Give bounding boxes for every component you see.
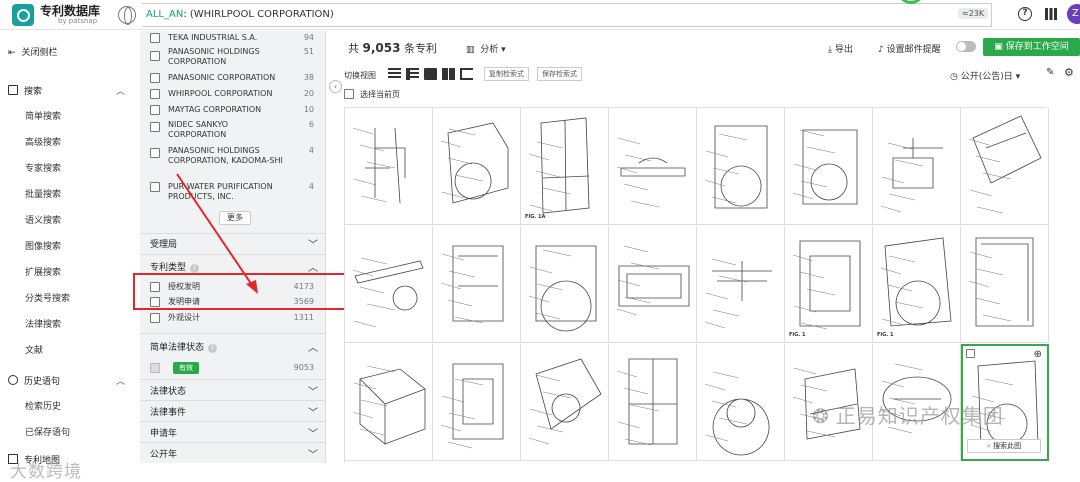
patent-thumbnail[interactable]: FIG. 1 — [785, 226, 873, 343]
patent-drawing — [616, 358, 678, 446]
patent-drawing — [528, 245, 597, 332]
patent-drawing — [880, 237, 952, 327]
patent-drawing — [528, 117, 590, 214]
patent-drawing — [704, 371, 770, 456]
patent-thumbnail[interactable] — [697, 108, 785, 225]
patent-drawing — [704, 258, 772, 329]
grid-view-icon[interactable] — [442, 68, 455, 80]
patent-thumbnail[interactable] — [521, 344, 609, 461]
patent-thumbnail[interactable] — [697, 226, 785, 343]
patent-thumbnail[interactable] — [345, 226, 433, 343]
copy-query-button[interactable]: 复制检索式 — [484, 67, 529, 81]
image-view-icon[interactable] — [424, 68, 437, 80]
watermark-right: ❂ 正易知识产权集团 — [812, 404, 1004, 428]
caret-down-icon: ▾ — [501, 45, 506, 55]
patent-drawing — [968, 237, 1034, 327]
patent-thumbnail[interactable] — [785, 108, 873, 225]
figure-label: FIG. 1 — [877, 332, 894, 338]
patent-drawing — [440, 122, 509, 204]
list-view-icon[interactable] — [388, 68, 401, 80]
search-this-image-button[interactable]: ⌕ 搜索此图 — [967, 439, 1041, 453]
email-alert-toggle[interactable] — [956, 41, 976, 52]
select-current-page[interactable]: 选择当前页 — [344, 89, 400, 100]
patent-thumbnail[interactable] — [433, 226, 521, 343]
bell-icon: ♪ — [878, 45, 884, 55]
figure-label: FIG. 1 — [789, 332, 806, 338]
patent-drawing — [352, 257, 424, 328]
patent-thumbnail[interactable] — [433, 108, 521, 225]
patent-thumbnail[interactable] — [433, 344, 521, 461]
save-query-button[interactable]: 保存检索式 — [537, 67, 582, 81]
patent-thumbnail[interactable] — [609, 226, 697, 343]
patent-thumbnail[interactable]: FIG. 1A — [521, 108, 609, 225]
save-to-workspace-button[interactable]: ▣ 保存到工作空间 — [983, 38, 1080, 56]
patent-drawing — [792, 240, 861, 330]
detail-view-icon[interactable] — [406, 68, 419, 80]
download-icon: ⤓ — [828, 45, 832, 55]
gear-icon[interactable]: ⚙ — [1064, 66, 1074, 79]
patent-drawing — [616, 245, 690, 316]
sort-dropdown[interactable]: ◷ 公开(公告)日 ▾ — [950, 69, 1020, 82]
pen-icon[interactable]: ✎ — [1046, 67, 1054, 78]
patent-drawing — [704, 125, 768, 209]
sort-clock-icon: ◷ — [950, 72, 958, 82]
switch-view-label: 切换视图 — [344, 71, 376, 80]
patent-drawing — [528, 358, 602, 445]
patent-thumbnail[interactable] — [961, 108, 1049, 225]
figure-label: FIG. 1A — [525, 214, 546, 220]
zoom-in-icon[interactable]: ⊕ — [1034, 349, 1042, 360]
patent-thumbnail[interactable] — [961, 226, 1049, 343]
patent-thumbnail[interactable] — [697, 344, 785, 461]
export-button[interactable]: ⤓ 导出 — [828, 42, 853, 55]
folder-icon: ▣ — [994, 42, 1003, 52]
patent-drawing — [352, 127, 406, 204]
email-alert-button[interactable]: ♪ 设置邮件提醒 — [878, 42, 941, 55]
wechat-icon: ❂ — [812, 404, 830, 428]
patent-thumbnail[interactable] — [521, 226, 609, 343]
tree-view-icon[interactable] — [460, 68, 473, 80]
patent-drawing — [440, 363, 504, 449]
results-area: 共 9,053 条专利 ▥ 分析 ▾ ⤓ 导出 ♪ 设置邮件提醒 ▣ 保存到工作… — [338, 31, 1080, 463]
patent-thumbnail[interactable] — [609, 344, 697, 461]
patent-thumbnail[interactable]: FIG. 1 — [873, 226, 961, 343]
analysis-button[interactable]: ▥ 分析 ▾ — [466, 42, 506, 55]
patent-drawing — [352, 365, 426, 445]
patent-drawing — [616, 137, 686, 208]
bar-chart-icon: ▥ — [466, 45, 475, 55]
patent-thumbnail[interactable] — [873, 108, 961, 225]
caret-down-icon: ▾ — [1015, 72, 1021, 82]
patent-drawing — [968, 115, 1042, 214]
result-count: 共 9,053 条专利 — [348, 41, 437, 55]
patent-thumbnail[interactable] — [609, 108, 697, 225]
patent-drawing — [880, 138, 943, 213]
patent-drawing — [440, 245, 504, 324]
patent-thumbnail[interactable] — [345, 108, 433, 225]
checkbox[interactable] — [344, 89, 354, 99]
patent-thumbnail[interactable] — [345, 344, 433, 461]
patent-drawing — [792, 129, 858, 205]
checkbox[interactable] — [966, 349, 975, 358]
